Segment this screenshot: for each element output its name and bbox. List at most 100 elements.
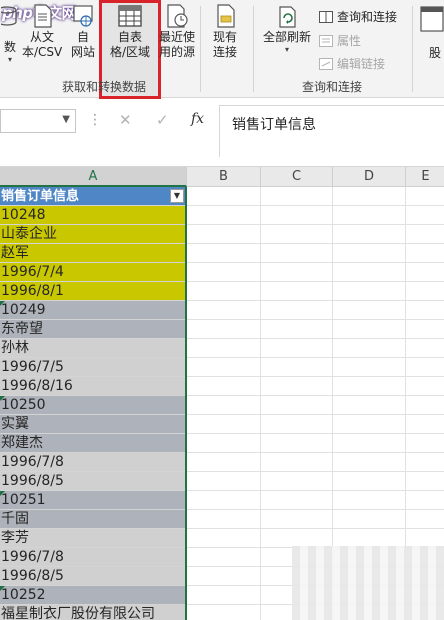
cell-a[interactable]: 10251 [0,491,186,510]
empty-cell[interactable] [406,396,444,415]
cell-a[interactable]: 1996/8/5 [0,567,186,586]
empty-cell[interactable] [406,320,444,339]
properties-button[interactable]: 属性 [319,32,361,49]
empty-cell[interactable] [406,510,444,529]
empty-cell[interactable] [333,225,406,244]
empty-cell[interactable] [333,491,406,510]
empty-cell[interactable] [187,491,261,510]
empty-cell[interactable] [261,358,333,377]
empty-cell[interactable] [261,320,333,339]
empty-cell[interactable] [187,434,261,453]
empty-cell[interactable] [261,396,333,415]
empty-cell[interactable] [406,244,444,263]
empty-cell[interactable] [261,263,333,282]
empty-cell[interactable] [333,472,406,491]
empty-cell[interactable] [406,263,444,282]
empty-cell[interactable] [261,206,333,225]
empty-cell[interactable] [406,339,444,358]
empty-cell[interactable] [406,301,444,320]
empty-cell[interactable] [261,434,333,453]
empty-cell[interactable] [261,377,333,396]
cell-a[interactable]: 李芳 [0,529,186,548]
empty-cell[interactable] [333,510,406,529]
empty-cell[interactable] [187,605,261,620]
empty-cell[interactable] [333,206,406,225]
empty-cell[interactable] [333,453,406,472]
empty-cell[interactable] [406,187,444,206]
cell-a[interactable]: 实翼 [0,415,186,434]
empty-cell[interactable] [187,510,261,529]
cell-a[interactable]: 10252 [0,586,186,605]
existing-connections-button[interactable]: 现有 连接 [205,4,245,60]
empty-cell[interactable] [406,206,444,225]
cell-a[interactable]: 福星制衣厂股份有限公司 [0,605,186,620]
column-header-b[interactable]: B [187,167,261,187]
empty-cell[interactable] [187,377,261,396]
from-table-range-button[interactable]: 自表 格/区域 [103,4,157,60]
cell-a[interactable]: 赵军 [0,244,186,263]
empty-cell[interactable] [187,320,261,339]
empty-cell[interactable] [333,301,406,320]
cell-a[interactable]: 10250 [0,396,186,415]
empty-cell[interactable] [261,510,333,529]
chevron-down-icon[interactable]: ▼ [62,114,70,125]
empty-cell[interactable] [187,187,261,206]
empty-cell[interactable] [261,415,333,434]
insert-function-button[interactable]: fx [191,111,204,127]
empty-cell[interactable] [333,339,406,358]
empty-cell[interactable] [187,548,261,567]
cell-a[interactable]: 1996/8/5 [0,472,186,491]
empty-cell[interactable] [406,472,444,491]
name-box[interactable]: ▼ [0,109,76,133]
empty-cell[interactable] [187,529,261,548]
empty-cell[interactable] [187,301,261,320]
column-header-d[interactable]: D [333,167,406,187]
cell-a[interactable]: 1996/8/1 [0,282,186,301]
empty-cell[interactable] [261,282,333,301]
empty-cell[interactable] [187,225,261,244]
table-header-cell[interactable]: 销售订单信息 ▼ [0,187,186,206]
cell-a[interactable]: 1996/7/4 [0,263,186,282]
queries-connections-button[interactable]: 查询和连接 [319,8,397,25]
refresh-all-button[interactable]: 全部刷新 ▾ [258,4,316,55]
empty-cell[interactable] [187,472,261,491]
stocks-button[interactable]: 股 [417,4,444,70]
cell-a[interactable]: 千固 [0,510,186,529]
empty-cell[interactable] [406,415,444,434]
empty-cell[interactable] [261,187,333,206]
empty-cell[interactable] [261,225,333,244]
empty-cell[interactable] [333,396,406,415]
empty-cell[interactable] [333,263,406,282]
empty-cell[interactable] [187,415,261,434]
column-header-e[interactable]: E [406,167,444,187]
column-header-a[interactable]: A [0,167,187,187]
cell-a[interactable]: 10249 [0,301,186,320]
column-header-c[interactable]: C [261,167,333,187]
cell-a[interactable]: 1996/8/16 [0,377,186,396]
empty-cell[interactable] [406,491,444,510]
empty-cell[interactable] [187,567,261,586]
empty-cell[interactable] [261,453,333,472]
empty-cell[interactable] [187,206,261,225]
cell-a[interactable]: 郑建杰 [0,434,186,453]
get-data-button[interactable]: 数 ▾ [0,4,20,65]
empty-cell[interactable] [187,339,261,358]
empty-cell[interactable] [406,434,444,453]
empty-cell[interactable] [406,358,444,377]
empty-cell[interactable] [333,320,406,339]
empty-cell[interactable] [333,358,406,377]
cell-a[interactable]: 1996/7/5 [0,358,186,377]
cell-a[interactable]: 山泰企业 [0,225,186,244]
empty-cell[interactable] [333,377,406,396]
cell-a[interactable]: 孙林 [0,339,186,358]
empty-cell[interactable] [333,244,406,263]
cell-a[interactable]: 1996/7/8 [0,453,186,472]
empty-cell[interactable] [333,415,406,434]
empty-cell[interactable] [406,377,444,396]
empty-cell[interactable] [187,244,261,263]
formula-input[interactable]: 销售订单信息 [219,105,444,157]
filter-dropdown-icon[interactable]: ▼ [170,189,184,203]
empty-cell[interactable] [187,396,261,415]
empty-cell[interactable] [333,187,406,206]
enter-button[interactable]: ✓ [156,111,169,129]
